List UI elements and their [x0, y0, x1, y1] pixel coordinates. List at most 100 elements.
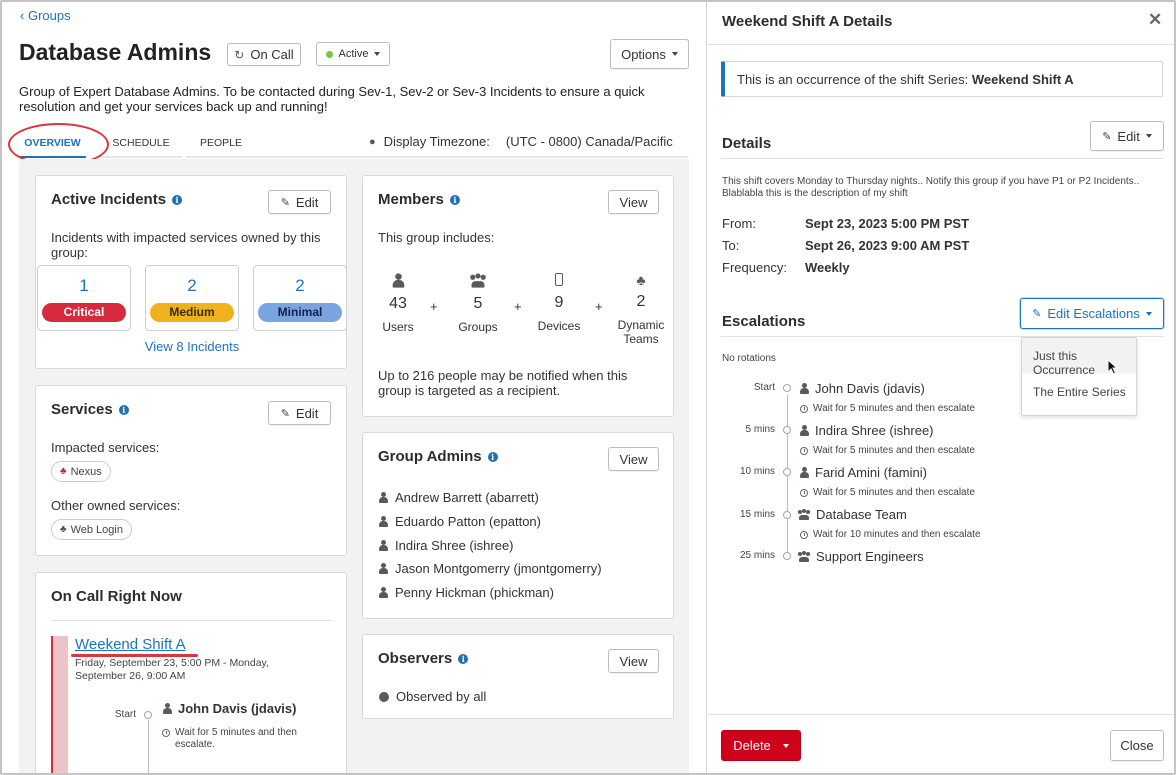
caret-down-icon — [1145, 134, 1152, 138]
severity-minimal[interactable]: 2 Minimal — [253, 265, 347, 331]
view-admins-button[interactable]: View — [608, 447, 659, 471]
wait-text: Wait for 5 minutes and then escalate — [813, 403, 975, 414]
user-icon — [379, 563, 388, 574]
active-incidents-title: Active Incidents i — [51, 191, 183, 208]
members-includes-label: This group includes: — [378, 230, 495, 245]
from-label: From: — [722, 216, 756, 231]
panel-footer-divider — [707, 714, 1176, 715]
escalation-step[interactable]: Database Team — [798, 507, 907, 522]
escalation-step[interactable]: Support Engineers — [798, 549, 924, 564]
edit-details-button[interactable]: ✎ Edit — [1090, 121, 1164, 151]
shift-link[interactable]: Weekend Shift A — [75, 636, 186, 653]
timeline-line — [148, 720, 149, 775]
edit-incidents-button[interactable]: ✎ Edit — [268, 190, 331, 214]
members-note: Up to 216 people may be notified when th… — [378, 368, 628, 398]
tab-people[interactable]: PEOPLE — [186, 132, 256, 158]
members-stat-users[interactable]: 43 Users — [378, 273, 418, 334]
timeline-line — [787, 395, 788, 557]
edit-escalations-button[interactable]: ✎ Edit Escalations — [1020, 298, 1164, 329]
on-call-person[interactable]: John Davis (jdavis) — [163, 701, 296, 716]
mouse-cursor-icon — [1107, 358, 1119, 378]
close-icon[interactable]: ✕ — [1148, 10, 1162, 30]
user-icon — [163, 703, 172, 714]
tab-schedule[interactable]: SCHEDULE — [100, 132, 182, 158]
admin-name: Andrew Barrett (abarrett) — [395, 490, 539, 505]
info-icon: i — [487, 452, 498, 462]
edit-services-button[interactable]: ✎ Edit — [268, 401, 331, 425]
close-button[interactable]: Close — [1110, 730, 1164, 761]
stat-label: Dynamic Teams — [617, 318, 665, 346]
start-label: Start — [114, 709, 136, 720]
escalation-time: Start — [753, 382, 775, 393]
page-title: Database Admins — [19, 39, 212, 65]
escalation-time: 25 mins — [739, 550, 775, 561]
details-title: Details — [722, 135, 772, 152]
stat-count: 2 — [636, 293, 646, 310]
service-chip-nexus[interactable]: ♣ Nexus — [51, 461, 111, 482]
on-call-button[interactable]: ↻ On Call — [227, 43, 301, 66]
user-icon — [379, 492, 388, 503]
group-icon — [798, 551, 810, 562]
admin-item[interactable]: Penny Hickman (phickman) — [379, 585, 554, 600]
info-icon: i — [449, 195, 460, 205]
wait-text: Wait for 5 minutes and then escalate — [813, 487, 975, 498]
services-card: Services i ✎ Edit Impacted services: ♣ Nexu… — [35, 385, 347, 556]
stat-label: Devices — [537, 319, 581, 333]
severity-medium[interactable]: 2 Medium — [145, 265, 239, 331]
plus-sign: + — [595, 299, 603, 314]
wait-text: Wait for 5 minutes and then escalate — [813, 445, 975, 456]
chevron-left-icon: ‹ — [20, 8, 28, 23]
on-call-now-card: On Call Right Now Weekend Shift A Friday… — [35, 572, 347, 775]
to-label: To: — [722, 238, 740, 253]
group-page: ‹ Groups Database Admins ↻ On Call Active… — [0, 0, 706, 775]
admin-item[interactable]: Eduardo Patton (epatton) — [379, 514, 541, 529]
service-chip-label: Web Login — [70, 523, 123, 536]
members-stat-devices[interactable]: 9 Devices — [536, 273, 582, 333]
back-link[interactable]: ‹ Groups — [20, 8, 71, 23]
on-call-label: On Call — [250, 47, 294, 62]
pencil-icon: ✎ — [1032, 308, 1042, 320]
pencil-icon: ✎ — [280, 407, 290, 420]
service-icon: ♣ — [60, 466, 67, 477]
view-observers-button[interactable]: View — [608, 649, 659, 673]
status-dropdown[interactable]: Active — [316, 42, 390, 66]
admin-item[interactable]: Andrew Barrett (abarrett) — [379, 490, 539, 505]
escalations-title: Escalations — [722, 313, 806, 330]
admin-name: Jason Montgomerry (jmontgomerry) — [395, 561, 602, 576]
group-description: Group of Expert Database Admins. To be c… — [19, 84, 645, 114]
menu-item-entire-series[interactable]: The Entire Series — [1022, 374, 1136, 409]
escalation-step[interactable]: Farid Amini (famini) — [800, 465, 927, 480]
timezone-display[interactable]: ● Display Timezone: (UTC - 0800) Canada/… — [369, 134, 673, 149]
frequency-value: Weekly — [805, 260, 850, 275]
delete-button[interactable]: Delete — [721, 730, 801, 761]
service-chip-web-login[interactable]: ♣ Web Login — [51, 519, 132, 540]
user-icon — [800, 383, 809, 394]
severity-label: Critical — [42, 303, 126, 322]
stat-count: 9 — [554, 294, 564, 311]
shift-details-panel: Weekend Shift A Details ✕ This is an occ… — [706, 0, 1176, 775]
admin-item[interactable]: Jason Montgomerry (jmontgomerry) — [379, 561, 602, 576]
user-icon — [379, 516, 388, 527]
members-stat-dynamic-teams[interactable]: ♣ 2 Dynamic Teams — [615, 273, 667, 346]
device-icon — [555, 273, 563, 286]
timezone-label: Display Timezone: — [383, 134, 490, 149]
impacted-services-label: Impacted services: — [51, 440, 160, 455]
pencil-icon: ✎ — [280, 196, 290, 209]
escalation-wait: Wait for 5 minutes and then escalate — [800, 487, 975, 498]
timeline-dot — [783, 384, 791, 392]
view-members-button[interactable]: View — [608, 190, 659, 214]
escalation-step[interactable]: Indira Shree (ishree) — [800, 423, 934, 438]
members-stat-groups[interactable]: 5 Groups — [455, 273, 501, 334]
service-chip-label: Nexus — [70, 465, 102, 478]
clock-icon — [800, 404, 808, 413]
severity-critical[interactable]: 1 Critical — [37, 265, 131, 331]
admin-item[interactable]: Indira Shree (ishree) — [379, 538, 514, 553]
severity-count: 2 — [295, 276, 305, 295]
stat-count: 43 — [389, 295, 407, 312]
options-button[interactable]: Options — [610, 39, 689, 69]
info-icon: i — [118, 405, 129, 415]
escalation-time: 10 mins — [739, 466, 775, 477]
timezone-value: (UTC - 0800) Canada/Pacific — [505, 134, 673, 149]
view-incidents-link[interactable]: View 8 Incidents — [36, 339, 348, 354]
escalation-step[interactable]: John Davis (jdavis) — [800, 381, 925, 396]
